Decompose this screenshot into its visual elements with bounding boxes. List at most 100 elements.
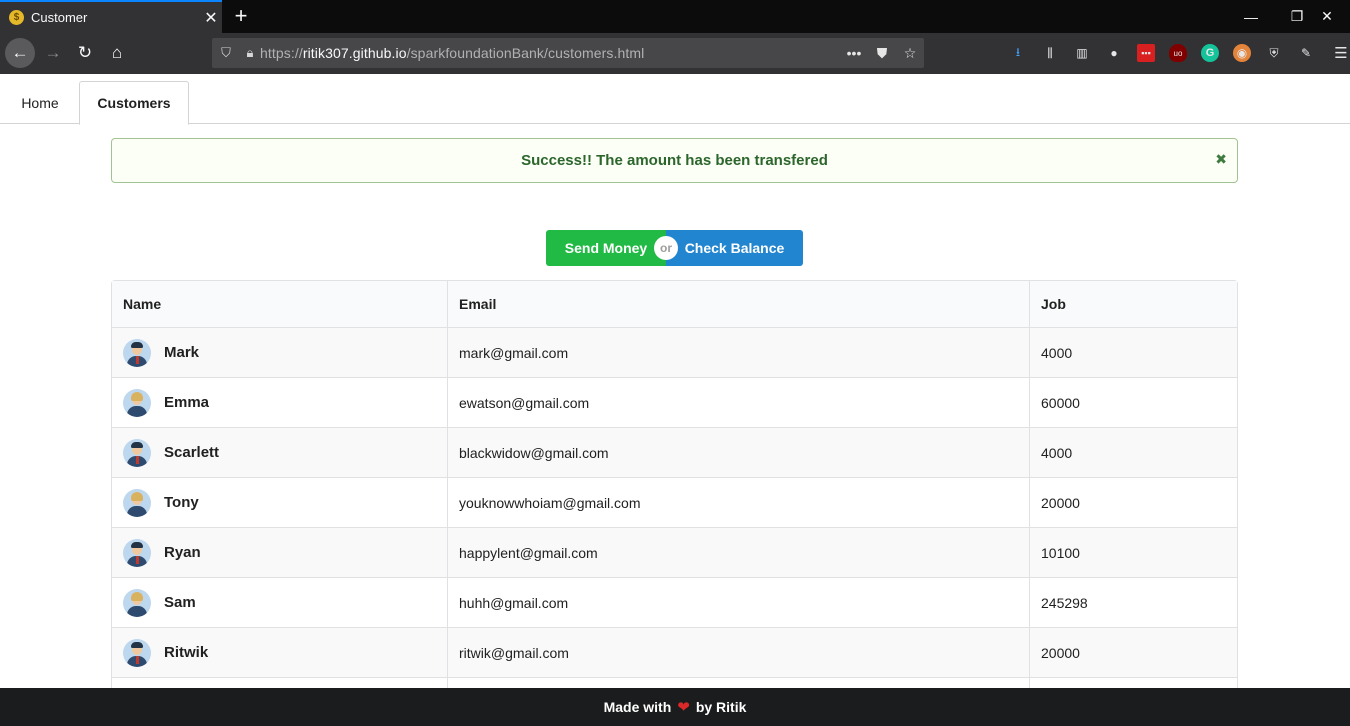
job-cell: 4000 xyxy=(1041,444,1073,461)
favicon-icon: $ xyxy=(9,10,24,25)
url-prefix: https:// xyxy=(260,45,303,61)
star-icon[interactable]: ☆ xyxy=(896,45,924,62)
table-row[interactable]: Scarlett blackwidow@gmail.com 4000 xyxy=(112,428,1237,478)
table-row[interactable]: Tony youknowwhoiam@gmail.com 20000 xyxy=(112,478,1237,528)
forward-icon[interactable]: → xyxy=(38,38,68,68)
table-row[interactable]: Ryan happylent@gmail.com 10100 xyxy=(112,528,1237,578)
avatar-icon xyxy=(123,388,151,417)
email-cell: youknowwhoiam@gmail.com xyxy=(448,478,1030,527)
customer-name: Sam xyxy=(164,594,196,611)
avatar-icon xyxy=(123,338,151,367)
page-content: Home Customers Success!! The amount has … xyxy=(0,74,1350,688)
email-cell: ritwik@gmail.com xyxy=(448,628,1030,677)
email-cell: ewatson@gmail.com xyxy=(448,378,1030,427)
name-cell: Tony xyxy=(112,478,448,527)
name-cell: Mark xyxy=(112,328,448,377)
name-cell: Ritwik xyxy=(112,628,448,677)
customer-name: Scarlett xyxy=(164,444,220,461)
download-icon[interactable]: ⭳ xyxy=(1009,44,1027,62)
or-divider: or xyxy=(654,236,678,260)
job-cell: 20000 xyxy=(1041,494,1080,511)
url-text[interactable]: https://ritik307.github.io/sparkfoundati… xyxy=(260,45,840,61)
job-cell: 10100 xyxy=(1041,544,1080,561)
alert-message: Success!! The amount has been transfered xyxy=(521,152,828,169)
name-cell xyxy=(112,678,448,688)
footer-text-after: by Ritik xyxy=(695,699,747,715)
job-cell: 4000 xyxy=(1041,344,1073,361)
name-cell: Sam xyxy=(112,578,448,627)
close-tab-icon[interactable]: ✕ xyxy=(200,8,222,28)
header-job: Job xyxy=(1041,296,1066,312)
job-cell xyxy=(1030,678,1237,688)
url-domain: ritik307.github.io xyxy=(302,45,407,61)
email-cell: happylent@gmail.com xyxy=(448,528,1030,577)
check-balance-button[interactable]: Check Balance xyxy=(666,230,803,266)
customers-table: Name Email Job Mark mark@gmail.com 4000 Emm… xyxy=(111,280,1238,688)
customer-name: Mark xyxy=(164,344,200,361)
minimize-icon[interactable]: — xyxy=(1228,0,1274,33)
menu-item-home[interactable]: Home xyxy=(0,81,80,124)
new-tab-icon[interactable]: + xyxy=(230,3,252,29)
site-menu: Home Customers xyxy=(0,81,1350,125)
table-row[interactable]: Mark mark@gmail.com 4000 xyxy=(112,328,1237,378)
customer-name: Emma xyxy=(164,394,210,411)
avatar-icon xyxy=(123,438,151,467)
email-cell: huhh@gmail.com xyxy=(448,578,1030,627)
heart-icon: ❤ xyxy=(677,699,690,716)
browser-tab[interactable]: $ Customer ✕ xyxy=(0,0,222,33)
table-row[interactable] xyxy=(112,678,1237,688)
browser-toolbar: ← → ↻ ⌂ ⛉ 🔒︎ https://ritik307.github.io/… xyxy=(0,33,1350,74)
job-cell: 60000 xyxy=(1041,394,1080,411)
footer: Made with ❤ by Ritik xyxy=(0,688,1350,726)
table-row[interactable]: Emma ewatson@gmail.com 60000 xyxy=(112,378,1237,428)
pocket-icon[interactable]: ⛊ xyxy=(868,45,896,62)
grammarly-icon[interactable]: G xyxy=(1201,44,1219,62)
extension-icon[interactable]: ▪▪▪ xyxy=(1137,44,1155,62)
browser-tab-bar: $ Customer ✕ + — ❐ ✕ xyxy=(0,0,1350,33)
reload-icon[interactable]: ↻ xyxy=(70,38,100,68)
customer-name: Ryan xyxy=(164,544,201,561)
back-icon[interactable]: ← xyxy=(5,38,35,68)
header-name: Name xyxy=(112,281,448,327)
email-cell xyxy=(448,678,1030,688)
close-window-icon[interactable]: ✕ xyxy=(1304,0,1350,33)
sidebar-icon[interactable]: ▥ xyxy=(1073,44,1091,62)
menu-icon[interactable]: ☰ xyxy=(1332,44,1350,62)
menu-item-customers[interactable]: Customers xyxy=(79,81,189,125)
shield-extension-icon[interactable]: ⛨ xyxy=(1265,44,1283,62)
job-cell: 245298 xyxy=(1041,594,1088,611)
action-button-group: Send Money Check Balance or xyxy=(546,230,803,266)
lock-icon[interactable]: 🔒︎ xyxy=(240,45,260,61)
table-row[interactable]: Ritwik ritwik@gmail.com 20000 xyxy=(112,628,1237,678)
more-icon[interactable]: ••• xyxy=(840,45,868,61)
job-cell: 20000 xyxy=(1041,644,1080,661)
eyedropper-icon[interactable]: ✎ xyxy=(1297,44,1315,62)
home-icon[interactable]: ⌂ xyxy=(102,38,132,68)
name-cell: Emma xyxy=(112,378,448,427)
customer-name: Ritwik xyxy=(164,644,209,661)
email-cell: mark@gmail.com xyxy=(448,328,1030,377)
table-row[interactable]: Sam huhh@gmail.com 245298 xyxy=(112,578,1237,628)
account-icon[interactable]: ● xyxy=(1105,44,1123,62)
send-money-button[interactable]: Send Money xyxy=(546,230,666,266)
header-email: Email xyxy=(448,281,1030,327)
avatar-icon xyxy=(123,638,151,667)
shield-icon[interactable]: ⛉ xyxy=(212,45,240,61)
table-body: Mark mark@gmail.com 4000 Emma ewatson@gmail.… xyxy=(112,328,1237,688)
close-icon[interactable]: ✖ xyxy=(1215,151,1227,168)
library-icon[interactable]: ⫼ xyxy=(1041,44,1059,62)
avatar-icon xyxy=(123,588,151,617)
url-bar[interactable]: ⛉ 🔒︎ https://ritik307.github.io/sparkfou… xyxy=(212,38,924,68)
avatar-icon xyxy=(123,538,151,567)
name-cell: Scarlett xyxy=(112,428,448,477)
name-cell: Ryan xyxy=(112,528,448,577)
table-header: Name Email Job xyxy=(112,281,1237,328)
success-alert: Success!! The amount has been transfered… xyxy=(111,138,1238,183)
extension-face-icon[interactable]: ◉ xyxy=(1233,44,1251,62)
ublock-icon[interactable]: uo xyxy=(1169,44,1187,62)
footer-text-before: Made with xyxy=(603,699,672,715)
email-cell: blackwidow@gmail.com xyxy=(448,428,1030,477)
customer-name: Tony xyxy=(164,494,199,511)
avatar-icon xyxy=(123,488,151,517)
tab-title: Customer xyxy=(31,10,88,25)
